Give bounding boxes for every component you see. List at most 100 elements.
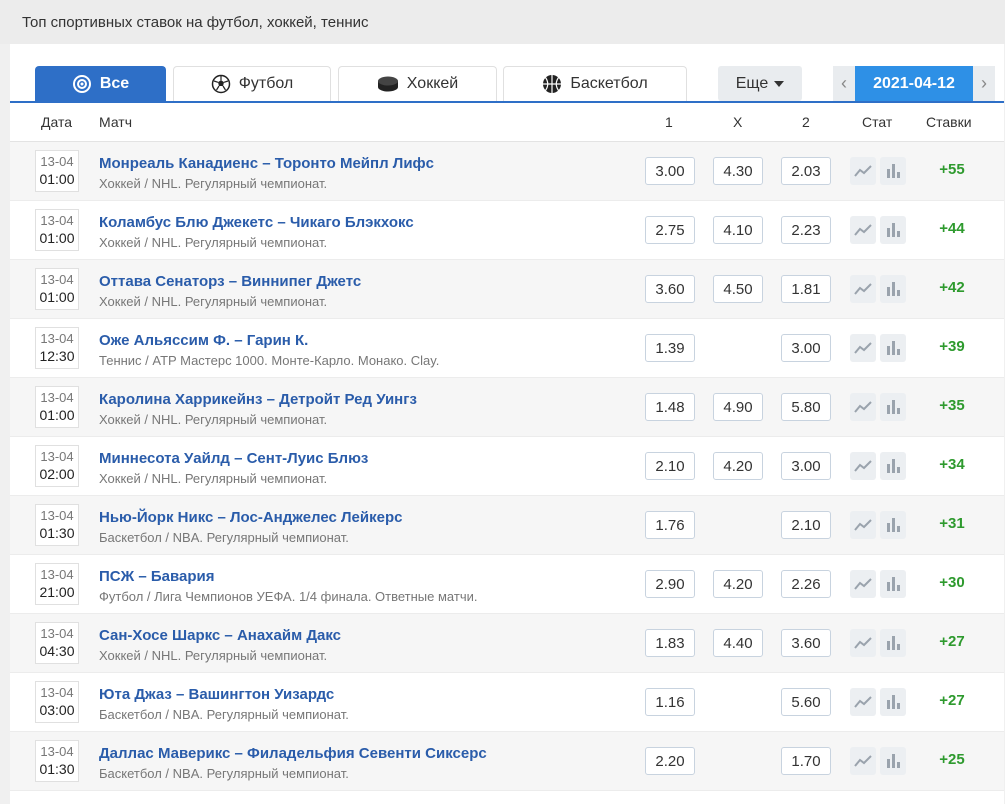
match-link[interactable]: ПСЖ – Бавария	[99, 568, 214, 585]
line-chart-icon[interactable]	[850, 334, 876, 362]
prev-date-button[interactable]: ‹	[833, 66, 855, 101]
line-chart-icon[interactable]	[850, 275, 876, 303]
more-sports-dropdown[interactable]: Еще	[718, 66, 802, 101]
col-2: 2	[802, 114, 810, 130]
match-time: 01:00	[39, 230, 75, 246]
odd-draw-button[interactable]: 4.20	[713, 452, 763, 480]
next-date-button[interactable]: ›	[973, 66, 995, 101]
bar-chart-icon[interactable]	[880, 629, 906, 657]
match-link[interactable]: Сан-Хосе Шаркс – Анахайм Дакс	[99, 627, 341, 644]
match-link[interactable]: Оттава Сенаторз – Виннипег Джетс	[99, 273, 361, 290]
odd-away-button[interactable]: 1.70	[781, 747, 831, 775]
tab-football[interactable]: Футбол	[173, 66, 331, 101]
match-league: Баскетбол / NBA. Регулярный чемпионат.	[99, 707, 349, 722]
table-row: 13-04 01:30 Даллас Маверикс – Филадельфия …	[10, 732, 1004, 791]
line-chart-icon[interactable]	[850, 216, 876, 244]
line-chart-icon[interactable]	[850, 393, 876, 421]
match-link[interactable]: Коламбус Блю Джекетс – Чикаго Блэкхокс	[99, 214, 414, 231]
match-date: 13-04	[40, 685, 74, 700]
odd-away-button[interactable]: 2.23	[781, 216, 831, 244]
line-chart-icon[interactable]	[850, 688, 876, 716]
line-chart-icon[interactable]	[850, 452, 876, 480]
match-link[interactable]: Нью-Йорк Никс – Лос-Анджелес Лейкерс	[99, 509, 402, 526]
odd-away-button[interactable]: 5.80	[781, 393, 831, 421]
match-time: 01:30	[39, 761, 75, 777]
odd-draw-button[interactable]: 4.90	[713, 393, 763, 421]
odd-draw-button[interactable]: 4.20	[713, 570, 763, 598]
line-chart-icon[interactable]	[850, 157, 876, 185]
bets-count: +31	[939, 515, 965, 532]
odd-away-button[interactable]: 5.60	[781, 688, 831, 716]
bar-chart-icon[interactable]	[880, 688, 906, 716]
bar-chart-icon[interactable]	[880, 511, 906, 539]
odd-away-button[interactable]: 2.10	[781, 511, 831, 539]
odd-away-button[interactable]: 3.00	[781, 452, 831, 480]
odd-home-button[interactable]: 2.90	[645, 570, 695, 598]
match-datetime: 13-04 03:00	[35, 681, 79, 723]
odd-away-button[interactable]: 2.26	[781, 570, 831, 598]
match-time: 01:00	[39, 171, 75, 187]
bar-chart-icon[interactable]	[880, 334, 906, 362]
bets-count: +27	[939, 692, 965, 709]
bar-chart-icon[interactable]	[880, 275, 906, 303]
tab-basketball-label: Баскетбол	[570, 75, 648, 92]
hockey-puck-icon	[377, 76, 398, 92]
line-chart-icon[interactable]	[850, 629, 876, 657]
line-chart-icon[interactable]	[850, 747, 876, 775]
odd-draw-button[interactable]: 4.50	[713, 275, 763, 303]
odd-home-button[interactable]: 1.48	[645, 393, 695, 421]
match-time: 21:00	[39, 584, 75, 600]
match-league: Баскетбол / NBA. Регулярный чемпионат.	[99, 530, 349, 545]
bar-chart-icon[interactable]	[880, 157, 906, 185]
bets-count: +44	[939, 220, 965, 237]
tab-all[interactable]: Все	[35, 66, 166, 101]
page-header: Топ спортивных ставок на футбол, хоккей,…	[0, 0, 1005, 44]
tab-basketball[interactable]: Баскетбол	[503, 66, 687, 101]
bar-chart-icon[interactable]	[880, 747, 906, 775]
match-time: 03:00	[39, 702, 75, 718]
odd-away-button[interactable]: 1.81	[781, 275, 831, 303]
odd-home-button[interactable]: 1.83	[645, 629, 695, 657]
odd-draw-button[interactable]: 4.30	[713, 157, 763, 185]
odd-away-button[interactable]: 3.60	[781, 629, 831, 657]
odd-home-button[interactable]: 3.00	[645, 157, 695, 185]
caret-down-icon	[774, 80, 785, 87]
match-link[interactable]: Даллас Маверикс – Филадельфия Севенти Си…	[99, 745, 487, 762]
odd-away-button[interactable]: 2.03	[781, 157, 831, 185]
match-time: 02:00	[39, 466, 75, 482]
match-datetime: 13-04 04:30	[35, 622, 79, 664]
odd-home-button[interactable]: 1.16	[645, 688, 695, 716]
col-stat: Стат	[862, 114, 893, 130]
match-link[interactable]: Монреаль Канадиенс – Торонто Мейпл Лифс	[99, 155, 434, 172]
match-date: 13-04	[40, 567, 74, 582]
odd-home-button[interactable]: 2.10	[645, 452, 695, 480]
bar-chart-icon[interactable]	[880, 452, 906, 480]
line-chart-icon[interactable]	[850, 570, 876, 598]
odd-home-button[interactable]: 1.39	[645, 334, 695, 362]
match-link[interactable]: Юта Джаз – Вашингтон Уизардс	[99, 686, 334, 703]
odd-draw-button[interactable]: 4.10	[713, 216, 763, 244]
odd-home-button[interactable]: 1.76	[645, 511, 695, 539]
bar-chart-icon[interactable]	[880, 216, 906, 244]
match-league: Баскетбол / NBA. Регулярный чемпионат.	[99, 766, 349, 781]
odd-draw-button[interactable]: 4.40	[713, 629, 763, 657]
odd-away-button[interactable]: 3.00	[781, 334, 831, 362]
bar-chart-icon[interactable]	[880, 570, 906, 598]
col-date: Дата	[41, 114, 73, 130]
odd-home-button[interactable]: 2.75	[645, 216, 695, 244]
col-x: X	[733, 114, 743, 130]
odd-home-button[interactable]: 3.60	[645, 275, 695, 303]
match-league: Теннис / ATP Мастерс 1000. Монте-Карло. …	[99, 353, 440, 368]
match-link[interactable]: Каролина Харрикейнз – Детройт Ред Уингз	[99, 391, 417, 408]
line-chart-icon[interactable]	[850, 511, 876, 539]
odd-home-button[interactable]: 2.20	[645, 747, 695, 775]
table-row: 13-04 12:30 Оже Альяссим Ф. – Гарин К. Тенн…	[10, 319, 1004, 378]
current-date[interactable]: 2021-04-12	[855, 66, 973, 101]
basketball-icon	[543, 75, 562, 93]
tab-hockey[interactable]: Хоккей	[338, 66, 497, 101]
match-datetime: 13-04 01:30	[35, 740, 79, 782]
bar-chart-icon[interactable]	[880, 393, 906, 421]
col-bets: Ставки	[926, 114, 972, 130]
match-link[interactable]: Миннесота Уайлд – Сент-Луис Блюз	[99, 450, 368, 467]
match-link[interactable]: Оже Альяссим Ф. – Гарин К.	[99, 332, 308, 349]
